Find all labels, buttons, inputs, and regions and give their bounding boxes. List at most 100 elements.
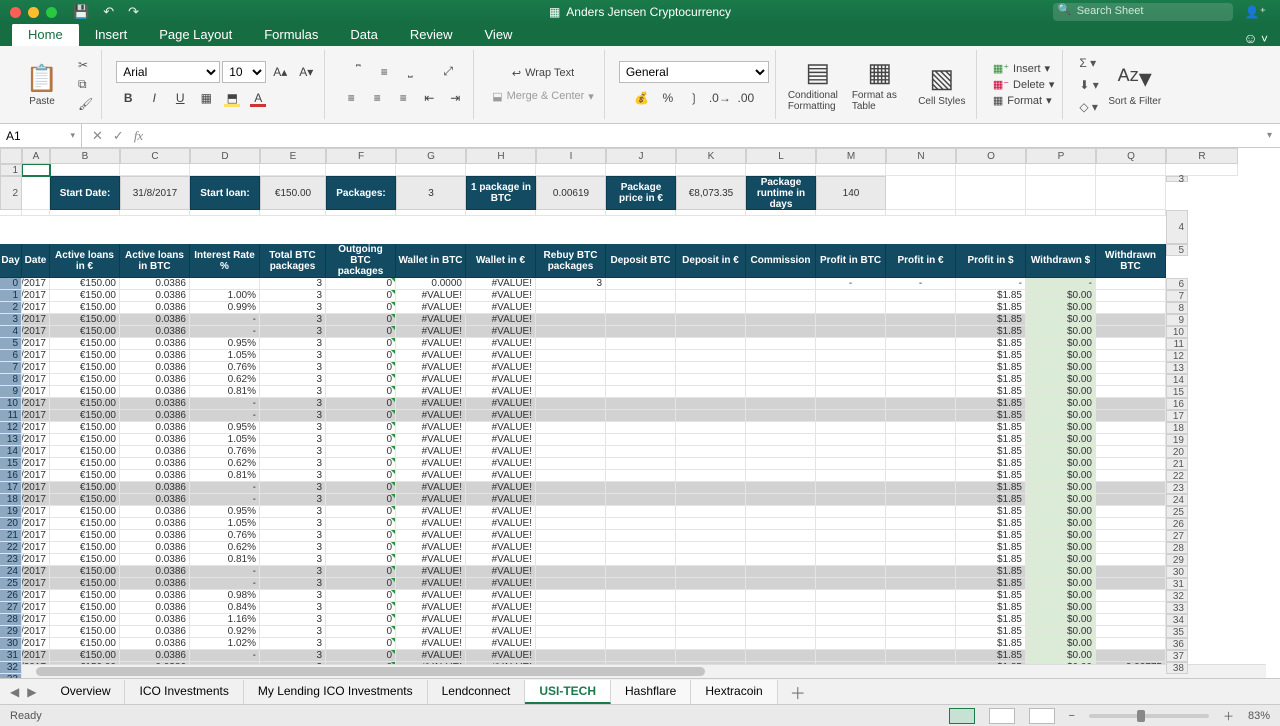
cell-wallet-eur[interactable]: #VALUE! <box>466 614 536 626</box>
sheet-tab-lendconnect[interactable]: Lendconnect <box>428 680 526 704</box>
format-as-table-button[interactable]: ▦Format as Table <box>852 57 908 112</box>
cell-wallet-eur[interactable]: #VALUE! <box>466 650 536 662</box>
cell-pkg[interactable]: 3 <box>260 650 326 662</box>
cell-withdrawn-usd[interactable]: $0.00 <box>1026 386 1096 398</box>
cell[interactable] <box>606 164 676 176</box>
cell-profit-btc[interactable] <box>816 362 886 374</box>
cell-out[interactable]: 0 <box>326 614 396 626</box>
cell-out[interactable]: 0 <box>326 650 396 662</box>
cell-withdrawn-usd[interactable]: $0.00 <box>1026 290 1096 302</box>
table-header-8[interactable]: Wallet in € <box>466 244 536 278</box>
col-header-P[interactable]: P <box>1026 148 1096 164</box>
cell-day[interactable]: 23 <box>0 554 22 566</box>
cell-date[interactable]: 23/9/2017 <box>22 554 50 566</box>
cell-loan-eur[interactable]: €150.00 <box>50 326 120 338</box>
cell-withdrawn-usd[interactable]: $0.00 <box>1026 482 1096 494</box>
cell-rebuy[interactable] <box>536 494 606 506</box>
cell-day[interactable]: 20 <box>0 518 22 530</box>
cell-profit-eur[interactable] <box>886 386 956 398</box>
cell-loan-eur[interactable]: €150.00 <box>50 338 120 350</box>
cell-profit-eur[interactable] <box>886 458 956 470</box>
cell-loan-eur[interactable]: €150.00 <box>50 290 120 302</box>
cell-deposit-eur[interactable] <box>676 398 746 410</box>
cell-deposit-eur[interactable] <box>676 278 746 290</box>
cell-loan-btc[interactable]: 0.0386 <box>120 458 190 470</box>
cell-rate[interactable]: - <box>190 398 260 410</box>
cell-profit-btc[interactable] <box>816 470 886 482</box>
fill-color-button[interactable]: ⬒ <box>220 87 244 109</box>
cell-wallet-eur[interactable]: #VALUE! <box>466 338 536 350</box>
cell-commission[interactable] <box>746 578 816 590</box>
row-header-31[interactable]: 31 <box>1166 578 1188 590</box>
cell-day[interactable]: 17 <box>0 482 22 494</box>
cell-rebuy[interactable] <box>536 626 606 638</box>
cell-withdrawn-usd[interactable]: $0.00 <box>1026 638 1096 650</box>
cell-profit-eur[interactable] <box>886 290 956 302</box>
sheet-tab-hashflare[interactable]: Hashflare <box>611 680 691 704</box>
cell-A1[interactable] <box>22 164 50 176</box>
cell-pkg[interactable]: 3 <box>260 506 326 518</box>
cell-loan-btc[interactable]: 0.0386 <box>120 386 190 398</box>
cell-withdrawn-btc[interactable] <box>1096 446 1166 458</box>
cell-deposit-eur[interactable] <box>676 470 746 482</box>
cell-wallet-btc[interactable]: #VALUE! <box>396 362 466 374</box>
cell-commission[interactable] <box>746 278 816 290</box>
row-header-9[interactable]: 9 <box>1166 314 1188 326</box>
cell-profit-eur[interactable] <box>886 434 956 446</box>
cell-loan-eur[interactable]: €150.00 <box>50 278 120 290</box>
border-button[interactable]: ▦ <box>194 87 218 109</box>
cell-loan-eur[interactable]: €150.00 <box>50 470 120 482</box>
cell-profit-usd[interactable]: $1.85 <box>956 650 1026 662</box>
save-icon[interactable]: 💾 <box>73 4 89 20</box>
cell-commission[interactable] <box>746 326 816 338</box>
cell-profit-btc[interactable] <box>816 638 886 650</box>
cell-deposit-btc[interactable] <box>606 302 676 314</box>
cell-date[interactable]: 25/9/2017 <box>22 578 50 590</box>
cell-day[interactable]: 26 <box>0 590 22 602</box>
cell-profit-eur[interactable] <box>886 530 956 542</box>
insert-cells-button[interactable]: ▦⁺Insert ▾ <box>991 61 1057 76</box>
cell[interactable] <box>190 164 260 176</box>
cell-rate[interactable]: 1.00% <box>190 290 260 302</box>
cell-date[interactable]: 29/9/2017 <box>22 626 50 638</box>
cell-deposit-btc[interactable] <box>606 494 676 506</box>
cell-loan-btc[interactable]: 0.0386 <box>120 602 190 614</box>
cell-rate[interactable]: 0.76% <box>190 362 260 374</box>
row-header-35[interactable]: 35 <box>1166 626 1188 638</box>
cell-wallet-btc[interactable]: 0.0000 <box>396 278 466 290</box>
cell-rebuy[interactable] <box>536 602 606 614</box>
cell-loan-eur[interactable]: €150.00 <box>50 422 120 434</box>
cell[interactable] <box>886 176 956 210</box>
cell-profit-btc[interactable] <box>816 566 886 578</box>
cell-withdrawn-btc[interactable] <box>1096 590 1166 602</box>
cell-wallet-eur[interactable]: #VALUE! <box>466 458 536 470</box>
cell-date[interactable]: 30/9/2017 <box>22 638 50 650</box>
cell-pkg[interactable]: 3 <box>260 614 326 626</box>
cell-deposit-eur[interactable] <box>676 530 746 542</box>
cell-withdrawn-usd[interactable]: $0.00 <box>1026 578 1096 590</box>
cell-withdrawn-btc[interactable] <box>1096 326 1166 338</box>
add-sheet-button[interactable]: ＋ <box>778 680 818 704</box>
cell-rebuy[interactable] <box>536 530 606 542</box>
cell-out[interactable]: 0 <box>326 386 396 398</box>
cell[interactable] <box>676 210 746 216</box>
summary-packages-value[interactable]: 3 <box>396 176 466 210</box>
normal-view-button[interactable] <box>949 708 975 724</box>
cell-wallet-eur[interactable]: #VALUE! <box>466 518 536 530</box>
cell[interactable] <box>816 164 886 176</box>
cell-loan-eur[interactable]: €150.00 <box>50 458 120 470</box>
prev-sheet-icon[interactable]: ◀ <box>10 685 19 699</box>
cell-rebuy[interactable]: 3 <box>536 278 606 290</box>
row-header-37[interactable]: 37 <box>1166 650 1188 662</box>
cell-deposit-eur[interactable] <box>676 638 746 650</box>
cell-wallet-eur[interactable]: #VALUE! <box>466 386 536 398</box>
cell-pkg[interactable]: 3 <box>260 590 326 602</box>
cell[interactable] <box>956 176 1026 210</box>
cell-profit-usd[interactable]: $1.85 <box>956 290 1026 302</box>
cell-wallet-eur[interactable]: #VALUE! <box>466 494 536 506</box>
enter-icon[interactable]: ✓ <box>113 128 124 144</box>
cell-profit-eur[interactable] <box>886 326 956 338</box>
cell-profit-btc[interactable] <box>816 554 886 566</box>
cell-wallet-btc[interactable]: #VALUE! <box>396 458 466 470</box>
col-header-R[interactable]: R <box>1166 148 1238 164</box>
